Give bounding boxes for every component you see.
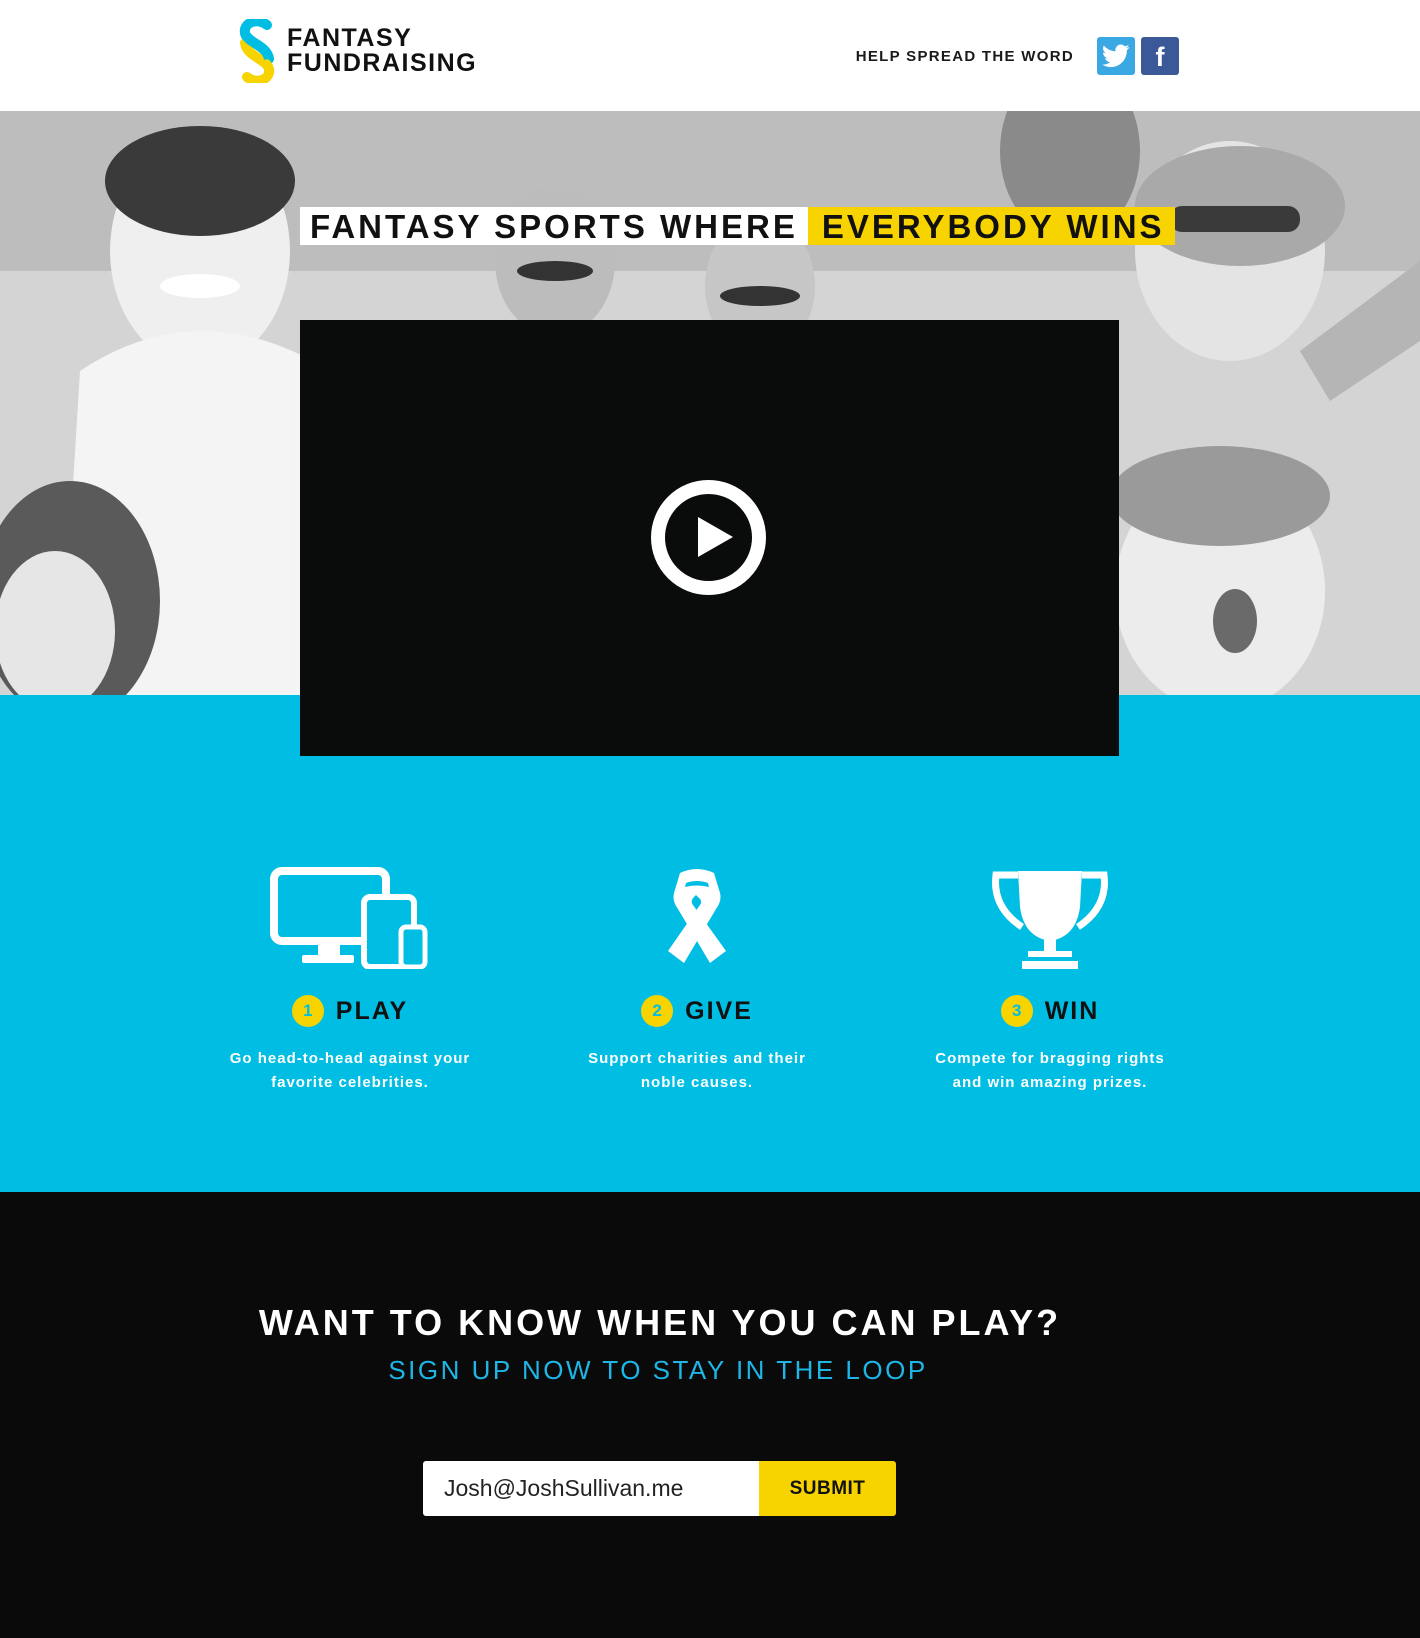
devices-icon: [270, 867, 428, 969]
signup-subtitle: SIGN UP NOW TO STAY IN THE LOOP: [388, 1355, 928, 1385]
logo-text: FANTASY FUNDRAISING: [287, 26, 477, 76]
feature-desc-line-1: Compete for bragging rights: [935, 1050, 1165, 1067]
step-number: 2: [641, 995, 674, 1027]
logo-line-1: FANTASY: [287, 24, 413, 52]
feature-desc-line-2: favorite celebrities.: [271, 1074, 429, 1091]
headline-part-2: EVERYBODY WINS: [807, 207, 1175, 245]
feature-description: Go head-to-head against your favorite ce…: [200, 1047, 500, 1095]
feature-desc-line-2: noble causes.: [640, 1074, 754, 1091]
spread-label: HELP SPREAD THE WORD: [855, 47, 1074, 65]
facebook-icon: f: [1155, 41, 1165, 72]
feature-title: GIVE: [685, 996, 753, 1025]
feature-description: Compete for bragging rights and win amaz…: [900, 1047, 1200, 1095]
signup-form: SUBMIT: [423, 1461, 896, 1516]
step-number: 3: [1000, 995, 1033, 1027]
ribbon-icon: [668, 869, 726, 963]
feature-give: 2 GIVE Support charities and their noble…: [547, 865, 847, 1095]
play-icon: [698, 517, 733, 557]
logo[interactable]: FANTASY FUNDRAISING: [239, 16, 477, 86]
hero-headline: FANTASY SPORTS WHERE EVERYBODY WINS: [300, 207, 1175, 245]
feature-title: WIN: [1044, 996, 1100, 1025]
features-section: 1 PLAY Go head-to-head against your favo…: [0, 695, 1420, 1192]
feature-desc-line-2: and win amazing prizes.: [952, 1074, 1148, 1091]
submit-button[interactable]: SUBMIT: [759, 1461, 896, 1516]
signup-section: WANT TO KNOW WHEN YOU CAN PLAY? SIGN UP …: [0, 1192, 1420, 1638]
social-share: HELP SPREAD THE WORD f: [856, 37, 1179, 75]
step-number: 1: [291, 995, 324, 1027]
headline-part-1: FANTASY SPORTS WHERE: [300, 207, 808, 245]
feature-win: 3 WIN Compete for bragging rights and wi…: [900, 865, 1200, 1095]
feature-play: 1 PLAY Go head-to-head against your favo…: [200, 865, 500, 1095]
video-player[interactable]: [300, 320, 1119, 756]
logo-mark-icon: [239, 16, 275, 86]
signup-title: WANT TO KNOW WHEN YOU CAN PLAY?: [258, 1302, 1062, 1343]
play-button[interactable]: [651, 480, 766, 595]
trophy-icon: [992, 871, 1108, 969]
site-header: FANTASY FUNDRAISING HELP SPREAD THE WORD…: [0, 0, 1420, 111]
logo-line-2: FUNDRAISING: [287, 49, 478, 77]
feature-desc-line-1: Support charities and their: [588, 1050, 806, 1067]
feature-description: Support charities and their noble causes…: [547, 1047, 847, 1095]
twitter-button[interactable]: [1097, 37, 1135, 75]
twitter-icon: [1102, 44, 1130, 68]
feature-desc-line-1: Go head-to-head against your: [229, 1050, 471, 1067]
facebook-button[interactable]: f: [1141, 37, 1179, 75]
feature-title: PLAY: [335, 996, 409, 1025]
email-input[interactable]: [423, 1461, 759, 1516]
